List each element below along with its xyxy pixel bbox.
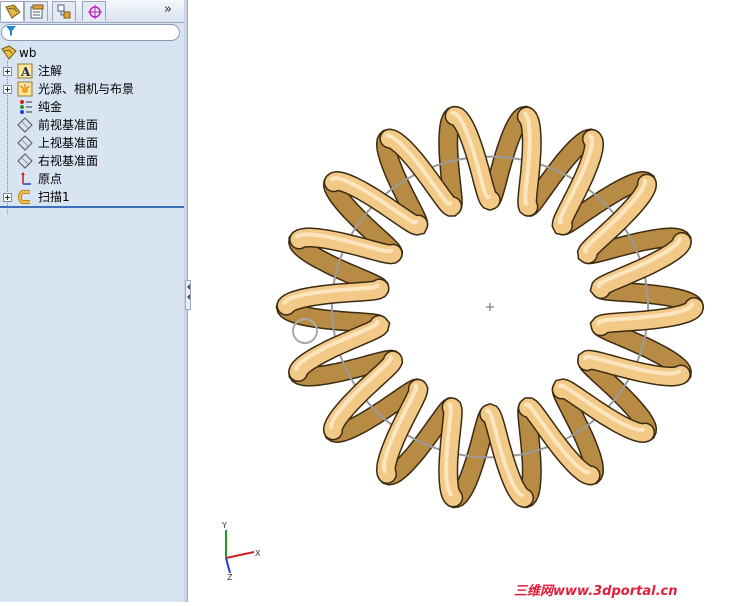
- panel-collapse-handle[interactable]: [185, 280, 191, 310]
- part-icon: [1, 45, 17, 60]
- filter-bar: [0, 23, 184, 43]
- material-icon: [20, 100, 32, 114]
- tree-item-top-plane[interactable]: 上视基准面: [0, 134, 184, 152]
- propertymanager-tab[interactable]: [24, 1, 48, 21]
- graphics-area[interactable]: Y X Z: [192, 0, 735, 602]
- configurationmanager-tab[interactable]: [52, 1, 76, 21]
- featuremanager-panel: » wb A 注解 光源、相机与布景 纯金 前视基准面 上视基准面 右视基准面 …: [0, 0, 185, 602]
- tree-item-label: 光源、相机与布景: [38, 82, 135, 96]
- x-axis-label: X: [255, 549, 261, 558]
- tree-item-label: 扫描1: [38, 190, 70, 204]
- tree-item-label: 原点: [38, 172, 63, 186]
- x-axis-line: [225, 551, 255, 559]
- dimxpert-crosshair-icon: [88, 5, 102, 19]
- expand-toggle-icon[interactable]: [3, 193, 12, 202]
- tree-item-annotations[interactable]: A 注解: [0, 62, 184, 80]
- tree-item-front-plane[interactable]: 前视基准面: [0, 116, 184, 134]
- expand-toggle-icon[interactable]: [3, 67, 12, 76]
- y-axis-label: Y: [221, 521, 227, 530]
- svg-text:A: A: [20, 65, 31, 79]
- featuremanager-tree-icon: [5, 4, 21, 19]
- featuremanager-tab-bar: »: [0, 0, 184, 23]
- center-point-mark: [486, 303, 494, 311]
- annotations-icon: A: [17, 63, 33, 79]
- model-viewport[interactable]: Y X Z: [192, 0, 735, 602]
- tree-item-lights-cameras[interactable]: 光源、相机与布景: [0, 80, 184, 98]
- watermark: 三维网www.3dportal.cn: [514, 584, 678, 599]
- featuremanager-tab[interactable]: [0, 1, 24, 21]
- tree-item-label: 前视基准面: [38, 118, 99, 132]
- tree-item-label: 纯金: [38, 100, 63, 114]
- tree-item-sweep1[interactable]: 扫描1: [0, 188, 184, 206]
- tree-item-label: 注解: [38, 64, 63, 78]
- rollback-bar[interactable]: [0, 206, 184, 208]
- propertymanager-icon: [30, 4, 44, 19]
- tree-item-label: 上视基准面: [38, 136, 99, 150]
- plane-icon: [17, 117, 33, 133]
- configurationmanager-icon: [57, 4, 71, 19]
- sweep-feature-icon: [18, 190, 30, 204]
- filter-funnel-icon: [6, 26, 16, 36]
- more-tabs-button[interactable]: »: [164, 2, 172, 18]
- tree-item-right-plane[interactable]: 右视基准面: [0, 152, 184, 170]
- reference-triad: Y X Z: [221, 521, 261, 582]
- origin-icon: [21, 172, 31, 185]
- feature-filter-input[interactable]: [1, 24, 180, 41]
- tree-root-wb[interactable]: wb: [0, 44, 184, 62]
- z-axis-label: Z: [227, 573, 233, 582]
- expand-toggle-icon[interactable]: [3, 85, 12, 94]
- lights-cameras-scene-icon: [17, 81, 33, 97]
- plane-icon: [17, 135, 33, 151]
- plane-icon: [17, 153, 33, 169]
- dimxpert-tab[interactable]: [82, 1, 106, 21]
- tree-root-label: wb: [19, 46, 37, 60]
- z-axis-line: [225, 557, 231, 574]
- tree-item-origin[interactable]: 原点: [0, 170, 184, 188]
- tree-item-material[interactable]: 纯金: [0, 98, 184, 116]
- tree-item-label: 右视基准面: [38, 154, 99, 168]
